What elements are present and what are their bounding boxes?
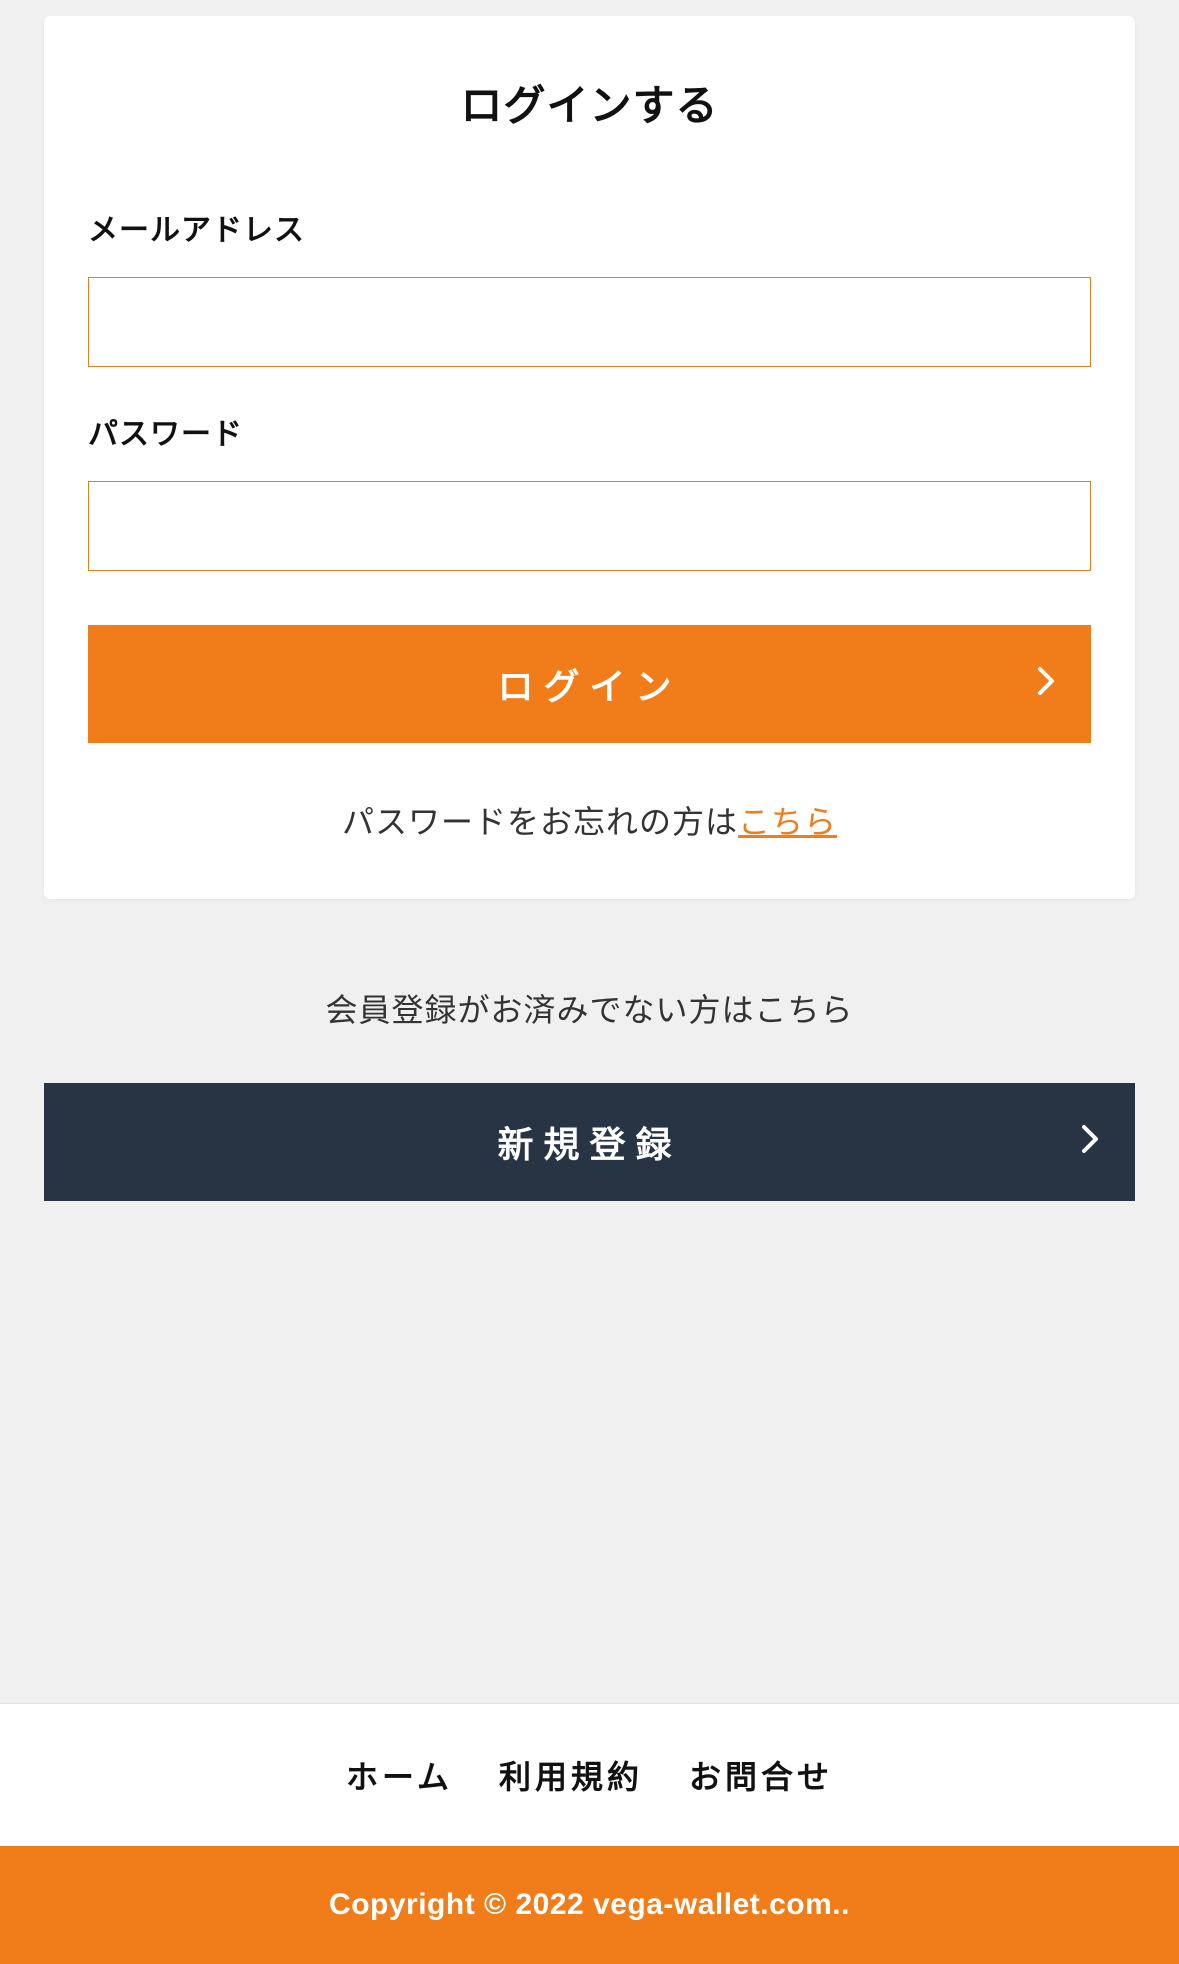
footer-link-contact[interactable]: お問合せ	[689, 1752, 833, 1798]
copyright-text: Copyright © 2022 vega-wallet.com..	[329, 1888, 850, 1921]
login-title: ログインする	[88, 72, 1091, 133]
login-card: ログインする メールアドレス パスワード ログイン パスワードをお忘れの方はこち…	[44, 16, 1135, 899]
footer-link-home[interactable]: ホーム	[346, 1752, 453, 1798]
chevron-right-icon	[1037, 663, 1055, 705]
footer-link-terms[interactable]: 利用規約	[499, 1752, 643, 1798]
email-field-group: メールアドレス	[88, 205, 1091, 367]
login-button-label: ログイン	[497, 666, 681, 707]
forgot-password-prefix: パスワードをお忘れの方は	[342, 804, 738, 840]
password-field[interactable]	[88, 481, 1091, 571]
register-button-label: 新規登録	[497, 1124, 681, 1165]
forgot-password-link[interactable]: こちら	[738, 804, 837, 840]
register-section: 会員登録がお済みでない方はこちら 新規登録	[44, 899, 1135, 1201]
password-label: パスワード	[88, 409, 1091, 453]
email-label: メールアドレス	[88, 205, 1091, 249]
footer-nav: ホーム 利用規約 お問合せ	[0, 1703, 1179, 1846]
forgot-password-text: パスワードをお忘れの方はこちら	[88, 797, 1091, 843]
email-field[interactable]	[88, 277, 1091, 367]
copyright-bar: Copyright © 2022 vega-wallet.com..	[0, 1846, 1179, 1964]
password-field-group: パスワード	[88, 409, 1091, 571]
register-prompt: 会員登録がお済みでない方はこちら	[44, 985, 1135, 1031]
login-button[interactable]: ログイン	[88, 625, 1091, 743]
register-button[interactable]: 新規登録	[44, 1083, 1135, 1201]
chevron-right-icon	[1081, 1121, 1099, 1163]
